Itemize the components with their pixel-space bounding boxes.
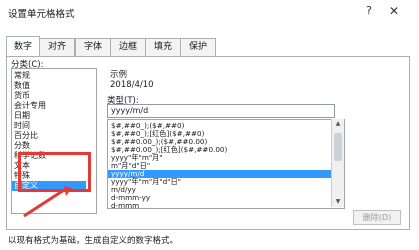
category-item-time[interactable]: 时间 [14, 121, 30, 131]
delete-button[interactable]: 删除(D) [353, 210, 401, 225]
category-item-date[interactable]: 日期 [14, 111, 30, 121]
tab-protection[interactable]: 保护 [180, 38, 216, 56]
description-text: 以现有格式为基础，生成自定义的数字格式。 [8, 236, 179, 246]
sample-value: 2018/4/10 [110, 80, 154, 90]
category-item-accounting[interactable]: 会计专用 [14, 101, 46, 111]
title-bar: 设置单元格格式 ? ✕ [0, 0, 419, 24]
category-item-number[interactable]: 数值 [14, 81, 30, 91]
category-item-currency[interactable]: 货币 [14, 91, 30, 101]
category-item-general[interactable]: 常规 [14, 71, 30, 81]
dialog-title: 设置单元格格式 [8, 9, 75, 20]
help-button[interactable]: ? [361, 3, 377, 19]
tab-alignment[interactable]: 对齐 [39, 38, 75, 56]
type-input[interactable]: yyyy/m/d [107, 104, 335, 118]
format-cells-dialog: 设置单元格格式 ? ✕ 数字 对齐 字体 边框 填充 保护 分类(C): 常规 … [0, 0, 419, 250]
format-code-list[interactable]: $#,##0_);($#,##0) $#,##0_);[红色]($#,##0) … [107, 119, 345, 209]
format-item[interactable]: d-mmm [111, 202, 139, 209]
format-list-scrollbar[interactable]: ▲ ▼ [331, 119, 344, 207]
tab-border[interactable]: 边框 [110, 38, 146, 56]
close-button[interactable]: ✕ [386, 3, 402, 19]
category-item-percentage[interactable]: 百分比 [14, 131, 38, 141]
category-item-fraction[interactable]: 分数 [14, 141, 30, 151]
scroll-down-arrow-icon[interactable]: ▼ [332, 197, 344, 207]
scrollbar-thumb[interactable] [334, 133, 342, 161]
tab-number[interactable]: 数字 [6, 36, 40, 56]
scroll-up-arrow-icon[interactable]: ▲ [332, 119, 344, 129]
tab-fill[interactable]: 填充 [145, 38, 181, 56]
tab-font[interactable]: 字体 [75, 38, 111, 56]
annotation-arrow-icon [23, 186, 72, 218]
